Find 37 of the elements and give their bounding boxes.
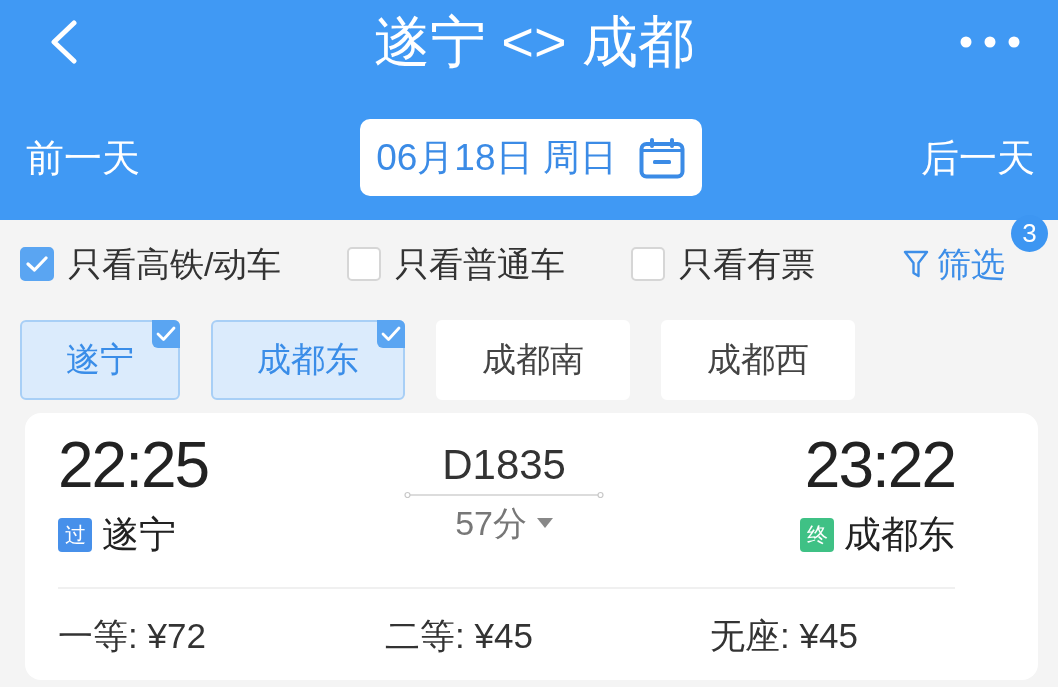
funnel-icon	[903, 249, 929, 279]
back-icon[interactable]	[48, 20, 80, 64]
route-line-icon	[404, 491, 605, 499]
duration-text: 57分	[455, 503, 527, 543]
station-name: 成都东	[844, 514, 955, 556]
caret-icon[interactable]	[537, 518, 553, 528]
seat-price: 一等: ¥72	[58, 615, 206, 657]
departure-time: 22:25	[58, 435, 209, 495]
check-corner-icon	[377, 320, 405, 348]
checkbox[interactable]	[20, 247, 54, 281]
calendar-icon	[638, 136, 685, 179]
checkmark-icon	[26, 255, 48, 273]
station-name: 遂宁	[102, 514, 176, 556]
route-title: 遂宁 <> 成都	[373, 10, 695, 74]
station-tag: 过	[58, 518, 92, 552]
station-chip[interactable]: 成都东	[211, 320, 405, 400]
seat-price: 二等: ¥45	[385, 615, 533, 657]
date-button[interactable]: 06月18日 周日	[359, 119, 702, 196]
checkbox-label: 只看高铁/动车	[68, 244, 282, 284]
filter-button[interactable]: 筛选	[903, 244, 1005, 284]
checkbox-label: 只看普通车	[395, 244, 566, 284]
checkbox[interactable]	[347, 247, 382, 281]
station-chip[interactable]: 遂宁	[20, 320, 180, 400]
checkbox-label: 只看有票	[679, 244, 816, 284]
count-badge: 3	[1011, 215, 1048, 252]
station-chip[interactable]: 成都南	[436, 320, 630, 400]
check-corner-icon	[152, 320, 180, 348]
checkbox[interactable]	[631, 247, 666, 281]
previous-day-link[interactable]: 前一天	[26, 135, 140, 180]
arrival-time: 23:22	[804, 435, 955, 495]
train-number: D1835	[442, 441, 566, 489]
more-icon[interactable]	[960, 36, 1020, 48]
train-card[interactable]: 22:25 过 遂宁 D1835 57分 23:22 终 成都东 一等: ¥72 二等: ¥45 无座: ¥45	[25, 413, 1038, 680]
station-tag: 终	[800, 518, 834, 552]
next-day-link[interactable]: 后一天	[921, 135, 1035, 180]
seat-price: 无座: ¥45	[710, 615, 858, 657]
station-chip[interactable]: 成都西	[661, 320, 855, 400]
